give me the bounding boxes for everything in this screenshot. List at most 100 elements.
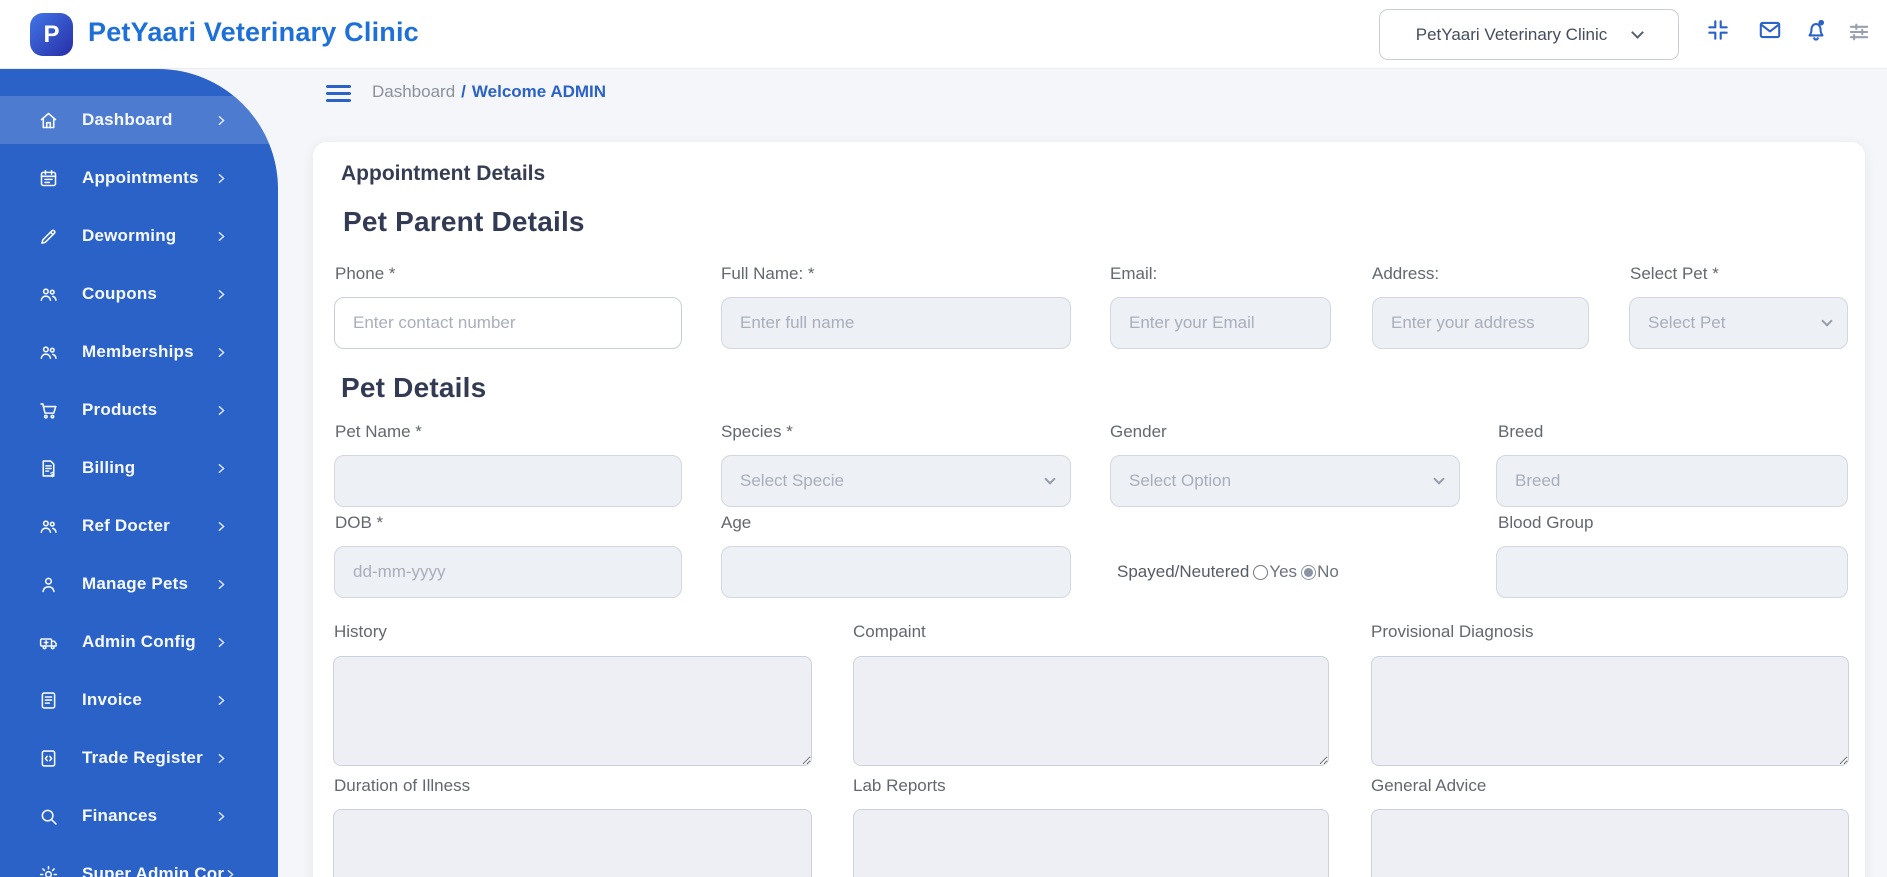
users-icon bbox=[38, 516, 59, 537]
general-advice-label: General Advice bbox=[1371, 776, 1487, 795]
sidebar-item-invoice[interactable]: Invoice bbox=[0, 676, 278, 724]
dob-label: DOB * bbox=[335, 513, 384, 532]
spayed-no-radio[interactable] bbox=[1301, 564, 1317, 580]
sidebar-item-deworming[interactable]: Deworming bbox=[0, 212, 278, 260]
calendar-icon bbox=[38, 168, 59, 189]
age-input[interactable] bbox=[721, 546, 1071, 598]
general-advice-textarea[interactable] bbox=[1371, 809, 1849, 877]
bell-icon[interactable] bbox=[1803, 17, 1829, 43]
chevron-right-icon bbox=[215, 520, 228, 533]
spayed-yes-label: Yes bbox=[1269, 562, 1298, 581]
chevron-down-icon bbox=[1631, 25, 1645, 39]
sidebar-nav: Dashboard Appointments Deworming Coupons… bbox=[0, 69, 278, 877]
card-title: Appointment Details bbox=[341, 162, 546, 185]
chevron-right-icon bbox=[215, 694, 228, 707]
clinic-selector[interactable]: PetYaari Veterinary Clinic bbox=[1379, 9, 1679, 60]
duration-of-illness-textarea[interactable] bbox=[333, 809, 812, 877]
full-name-input[interactable] bbox=[721, 297, 1071, 349]
chevron-right-icon bbox=[215, 230, 228, 243]
pet-name-label: Pet Name * bbox=[335, 422, 422, 441]
mail-icon[interactable] bbox=[1757, 17, 1783, 43]
gender-dropdown[interactable]: Select Option bbox=[1110, 455, 1460, 507]
document-icon bbox=[38, 690, 59, 711]
appointment-details-card: Appointment Details Pet Parent Details P… bbox=[313, 142, 1865, 877]
breadcrumb-separator: / bbox=[461, 82, 466, 101]
sidebar-item-label: Memberships bbox=[82, 342, 194, 361]
sidebar-item-label: Billing bbox=[82, 458, 136, 477]
pet-parent-details-heading: Pet Parent Details bbox=[343, 206, 585, 237]
age-label: Age bbox=[721, 513, 752, 532]
blood-group-label: Blood Group bbox=[1498, 513, 1594, 532]
sidebar-item-appointments[interactable]: Appointments bbox=[0, 154, 278, 202]
sidebar-item-admin-config[interactable]: Admin Config bbox=[0, 618, 278, 666]
provisional-diagnosis-textarea[interactable] bbox=[1371, 656, 1849, 766]
sidebar-item-memberships[interactable]: Memberships bbox=[0, 328, 278, 376]
sidebar-item-label: Dashboard bbox=[82, 110, 173, 129]
sidebar-item-ref-docter[interactable]: Ref Docter bbox=[0, 502, 278, 550]
brand-logo[interactable]: P bbox=[30, 13, 73, 56]
history-textarea[interactable] bbox=[333, 656, 812, 766]
phone-input[interactable] bbox=[334, 297, 682, 349]
compress-icon[interactable] bbox=[1705, 17, 1731, 43]
brand-title: PetYaari Veterinary Clinic bbox=[88, 17, 419, 47]
sidebar-item-label: Manage Pets bbox=[82, 574, 189, 593]
pet-details-heading: Pet Details bbox=[341, 372, 487, 403]
clinic-selector-value: PetYaari Veterinary Clinic bbox=[1415, 24, 1608, 44]
invoice-dollar-icon: $ bbox=[38, 458, 59, 479]
gear-icon bbox=[38, 864, 59, 877]
email-input[interactable] bbox=[1110, 297, 1331, 349]
sidebar-item-label: Super Admin Cor bbox=[82, 864, 225, 877]
chevron-right-icon bbox=[215, 114, 228, 127]
sidebar-item-super-admin[interactable]: Super Admin Cor bbox=[0, 850, 278, 877]
gender-value: Select Option bbox=[1129, 471, 1232, 490]
sidebar-item-products[interactable]: Products bbox=[0, 386, 278, 434]
chevron-right-icon bbox=[215, 346, 228, 359]
duration-of-illness-label: Duration of Illness bbox=[334, 776, 471, 795]
hamburger-menu-icon[interactable] bbox=[326, 85, 351, 102]
brand-logo-letter: P bbox=[43, 20, 60, 48]
filter-sliders-icon[interactable] bbox=[1846, 19, 1872, 45]
sidebar-item-label: Invoice bbox=[82, 690, 142, 709]
breed-input[interactable] bbox=[1496, 455, 1848, 507]
sidebar-item-trade-register[interactable]: Trade Register bbox=[0, 734, 278, 782]
users-icon bbox=[38, 284, 59, 305]
dob-input[interactable] bbox=[334, 546, 682, 598]
sidebar-item-billing[interactable]: $ Billing bbox=[0, 444, 278, 492]
spayed-yes-radio[interactable] bbox=[1253, 564, 1269, 580]
address-label: Address: bbox=[1372, 264, 1440, 283]
chevron-right-icon bbox=[215, 462, 228, 475]
phone-label: Phone * bbox=[335, 264, 396, 283]
lab-reports-textarea[interactable] bbox=[853, 809, 1329, 877]
pen-icon bbox=[38, 226, 59, 247]
breadcrumb-bar: Dashboard / Welcome ADMIN bbox=[278, 69, 1887, 115]
search-icon bbox=[38, 806, 59, 827]
email-label: Email: bbox=[1110, 264, 1158, 283]
ambulance-icon bbox=[38, 632, 59, 653]
sidebar-item-label: Appointments bbox=[82, 168, 199, 187]
species-dropdown[interactable]: Select Specie bbox=[721, 455, 1071, 507]
sidebar-item-label: Finances bbox=[82, 806, 158, 825]
compaint-label: Compaint bbox=[853, 622, 926, 641]
home-icon bbox=[38, 110, 59, 131]
chevron-right-icon bbox=[224, 868, 237, 877]
blood-group-input[interactable] bbox=[1496, 546, 1848, 598]
top-header: P PetYaari Veterinary Clinic PetYaari Ve… bbox=[0, 0, 1887, 69]
select-pet-label: Select Pet * bbox=[1630, 264, 1719, 283]
users-icon bbox=[38, 342, 59, 363]
pet-name-input[interactable] bbox=[334, 455, 682, 507]
breed-label: Breed bbox=[1498, 422, 1544, 441]
sidebar-item-label: Deworming bbox=[82, 226, 177, 245]
compaint-textarea[interactable] bbox=[853, 656, 1329, 766]
spayed-no-label: No bbox=[1317, 562, 1339, 581]
sidebar-item-finances[interactable]: Finances bbox=[0, 792, 278, 840]
sidebar-item-dashboard[interactable]: Dashboard bbox=[0, 96, 278, 144]
breadcrumb: Dashboard / Welcome ADMIN bbox=[372, 82, 606, 102]
select-pet-dropdown[interactable]: Select Pet bbox=[1629, 297, 1848, 349]
sidebar-item-manage-pets[interactable]: Manage Pets bbox=[0, 560, 278, 608]
sidebar-item-coupons[interactable]: Coupons bbox=[0, 270, 278, 318]
chevron-right-icon bbox=[215, 636, 228, 649]
sidebar-item-label: Admin Config bbox=[82, 632, 196, 651]
chevron-right-icon bbox=[215, 172, 228, 185]
breadcrumb-dashboard[interactable]: Dashboard bbox=[372, 82, 455, 101]
address-input[interactable] bbox=[1372, 297, 1589, 349]
